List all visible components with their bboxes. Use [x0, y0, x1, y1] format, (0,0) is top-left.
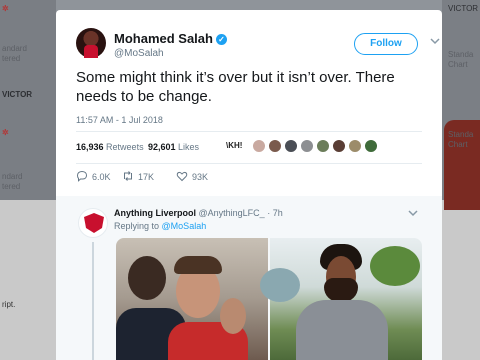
reply-action[interactable]: 6.0K: [76, 170, 111, 184]
liker-avatar[interactable]: [252, 139, 266, 153]
replying-to-prefix: Replying to: [114, 221, 160, 231]
reply-author-handle[interactable]: @AnythingLFC_: [199, 208, 265, 218]
heart-icon: [176, 171, 188, 182]
reply-tweet[interactable]: Anything Liverpool @AnythingLFC_ · 7h Re…: [56, 196, 442, 360]
chevron-down-icon[interactable]: [430, 36, 440, 46]
liker-avatar[interactable]: [316, 139, 330, 153]
chevron-down-icon[interactable]: [408, 208, 418, 220]
replying-to: Replying to @MoSalah: [114, 221, 206, 231]
background-left-panel: [0, 0, 56, 200]
background-lower-right: [442, 200, 480, 360]
background-sponsor-logo: VICTOR: [448, 4, 479, 13]
likes-stat[interactable]: 92,601 Likes: [148, 142, 199, 152]
person-hand: [220, 298, 246, 334]
reply-time[interactable]: 7h: [273, 208, 283, 218]
author-name[interactable]: Mohamed Salah ✓: [114, 31, 227, 46]
reply-image[interactable]: [116, 238, 422, 360]
tweet-modal-card: Mohamed Salah ✓ @MoSalah Follow Some migh…: [56, 10, 442, 360]
tweet-timestamp[interactable]: 11:57 AM - 1 Jul 2018: [76, 115, 163, 125]
background-water: [260, 268, 300, 302]
person-hair: [174, 256, 222, 274]
retweet-icon: [124, 171, 132, 181]
author-name-text[interactable]: Mohamed Salah: [114, 31, 213, 46]
tweet-actions: 6.0K 17K 93K: [76, 170, 422, 186]
liker-avatar[interactable]: [332, 139, 346, 153]
tweet-header: Mohamed Salah ✓ @MoSalah Follow: [76, 28, 440, 64]
thread-line: [92, 242, 94, 360]
person-grey-shirt: [296, 300, 388, 360]
retweet-action[interactable]: 17K: [122, 170, 154, 184]
retweets-label: Retweets: [106, 142, 144, 152]
background-sponsor-logo: tered: [2, 182, 21, 191]
person-head: [128, 256, 166, 300]
reply-author-name[interactable]: Anything Liverpool: [114, 208, 196, 218]
photo-right: [260, 238, 422, 360]
verified-badge-icon: ✓: [215, 34, 227, 45]
liker-avatar[interactable]: [284, 139, 298, 153]
background-sponsor-logo: ✲: [2, 4, 9, 13]
background-sponsor-logo: Chart: [448, 140, 468, 149]
palm-leaves: [370, 246, 420, 286]
retweets-stat[interactable]: 16,936 Retweets: [76, 142, 144, 152]
like-action[interactable]: 93K: [176, 170, 208, 184]
background-sponsor-logo: tered: [2, 54, 21, 63]
author-avatar[interactable]: [76, 28, 106, 58]
tweet-stats: 16,936 Retweets 92,601 Likes \KH!: [76, 137, 422, 159]
person-beard: [324, 278, 358, 302]
reply-separator: ·: [267, 208, 271, 218]
liker-avatar[interactable]: [364, 139, 378, 153]
likes-count: 92,601: [148, 142, 176, 152]
liverpool-crest-icon: [84, 213, 104, 233]
author-handle[interactable]: @MoSalah: [114, 48, 164, 59]
retweets-count: 16,936: [76, 142, 104, 152]
divider: [76, 131, 422, 132]
liker-avatar[interactable]: [348, 139, 362, 153]
reply-author-line: Anything Liverpool @AnythingLFC_ · 7h: [114, 208, 283, 218]
reply-count: 6.0K: [92, 172, 111, 182]
liker-avatar[interactable]: [300, 139, 314, 153]
background-sponsor-logo: ndard: [2, 172, 23, 181]
divider: [76, 163, 422, 164]
background-sponsor-logo: Standa: [448, 130, 474, 139]
like-count: 93K: [192, 172, 209, 182]
tweet-text: Some might think it’s over but it isn’t …: [76, 69, 395, 105]
background-sponsor-logo: Chart: [448, 60, 468, 69]
retweet-count: 17K: [138, 172, 155, 182]
reply-icon: [76, 170, 88, 182]
background-sponsor-logo: VICTOR: [2, 90, 33, 99]
liker-avatar-text: \KH!: [226, 141, 243, 150]
background-lower-left: [0, 200, 56, 360]
background-sponsor-logo: ✲: [2, 128, 9, 137]
background-page-text: ript.: [2, 300, 16, 309]
liker-avatar[interactable]: [268, 139, 282, 153]
photo-left: [116, 238, 268, 360]
background-sponsor-logo: andard: [2, 44, 27, 53]
follow-button[interactable]: Follow: [354, 33, 418, 55]
reply-author-avatar[interactable]: [78, 208, 108, 238]
background-sponsor-logo: Standa: [448, 50, 474, 59]
likes-label: Likes: [178, 142, 200, 152]
replying-to-link[interactable]: @MoSalah: [162, 221, 207, 231]
